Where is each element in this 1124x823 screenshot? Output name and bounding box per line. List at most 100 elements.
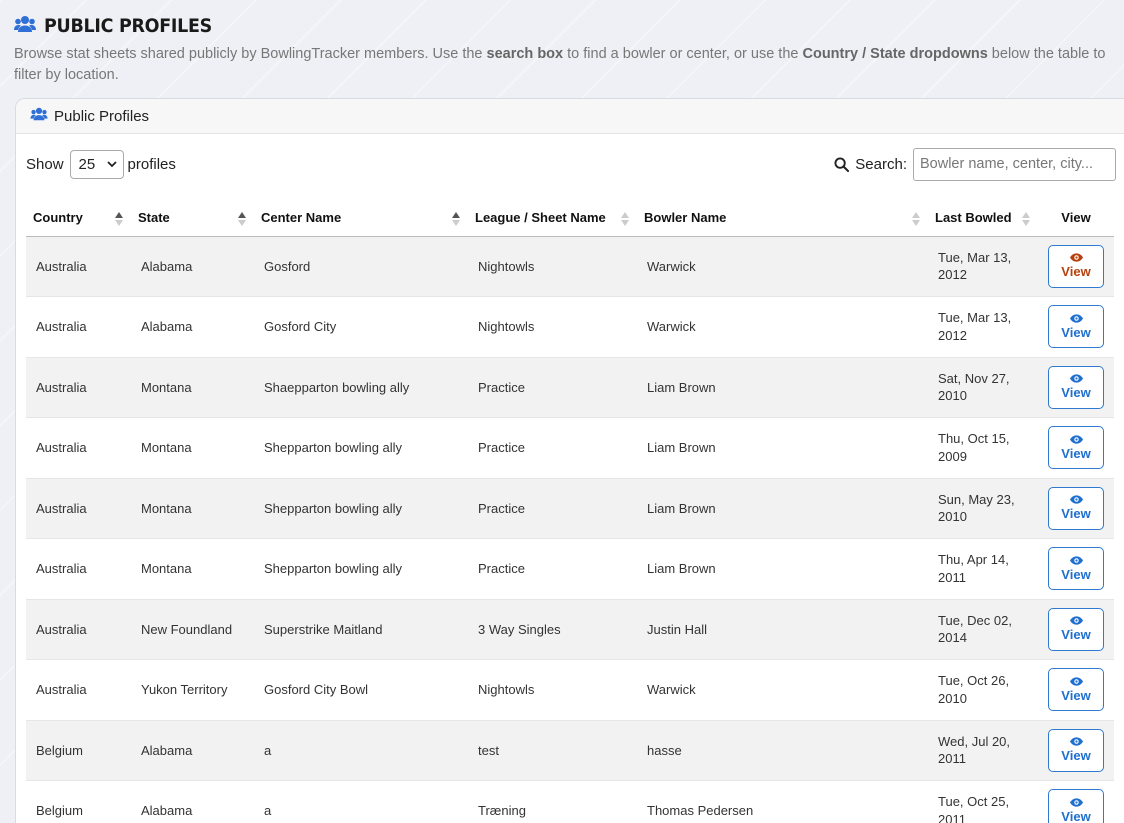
column-header-center[interactable]: Center Name — [254, 200, 468, 237]
column-header-bowler[interactable]: Bowler Name — [637, 200, 928, 237]
view-button[interactable]: View — [1048, 789, 1104, 823]
cell-league: Nightowls — [468, 236, 637, 297]
cell-bowler: Thomas Pedersen — [637, 780, 928, 823]
view-button[interactable]: View — [1048, 486, 1104, 530]
page-header: PUBLIC PROFILES Browse stat sheets share… — [14, 12, 1114, 86]
eye-icon — [1069, 677, 1083, 686]
cell-country: Belgium — [26, 720, 131, 781]
view-button[interactable]: View — [1048, 365, 1104, 409]
header-label: Bowler Name — [644, 210, 727, 226]
sort-icon — [1022, 212, 1030, 226]
search-icon — [834, 156, 850, 172]
search-input[interactable] — [913, 147, 1116, 181]
view-button[interactable]: View — [1048, 244, 1104, 288]
column-header-state[interactable]: State — [131, 200, 254, 237]
cell-view: View — [1038, 599, 1114, 660]
profiles-card: Public Profiles Show 25 profiles Search:… — [15, 98, 1124, 823]
table-row: Australia New Foundland Superstrike Mait… — [26, 599, 1114, 660]
desc-text: to find a bowler or center, or use the — [563, 46, 803, 62]
view-button[interactable]: View — [1048, 547, 1104, 591]
cell-center: a — [254, 780, 468, 823]
cell-center: Gosford City Bowl — [254, 659, 468, 721]
cell-last-bowled: Tue, Mar 13, 2012 — [928, 296, 1038, 358]
sort-icon — [912, 212, 920, 226]
date-line: 2011 — [938, 811, 966, 823]
view-label: View — [1061, 264, 1091, 280]
date-line: 2010 — [938, 388, 967, 404]
date-line: 2012 — [938, 267, 967, 283]
cell-center: Gosford City — [254, 296, 468, 358]
cell-state: Montana — [131, 357, 254, 418]
date-line: 2010 — [938, 509, 967, 525]
cell-state: Montana — [131, 478, 254, 539]
date-line: Wed, Jul 20, — [938, 733, 1011, 749]
cell-center: Shepparton bowling ally — [254, 417, 468, 479]
date-line: Sat, Nov 27, — [938, 370, 1010, 386]
header-label: Last Bowled — [935, 210, 1012, 226]
date-line: Tue, Mar 13, — [938, 249, 1012, 265]
cell-bowler: hasse — [637, 720, 928, 781]
cell-country: Australia — [26, 599, 131, 660]
eye-icon — [1069, 556, 1083, 565]
eye-icon — [1069, 374, 1083, 383]
cell-view: View — [1038, 296, 1114, 358]
profiles-label: profiles — [127, 155, 176, 173]
desc-text: Browse stat sheets shared publicly by Bo… — [14, 46, 487, 62]
header-label: League / Sheet Name — [475, 210, 606, 226]
view-button[interactable]: View — [1048, 305, 1104, 349]
search-label: Search: — [855, 155, 907, 173]
cell-state: Alabama — [131, 780, 254, 823]
cell-view: View — [1038, 780, 1114, 823]
cell-last-bowled: Tue, Oct 25, 2011 — [928, 780, 1038, 823]
table-row: Belgium Alabama a Træning Thomas Pederse… — [26, 780, 1114, 823]
cell-view: View — [1038, 538, 1114, 600]
date-line: Tue, Oct 25, — [938, 794, 1010, 810]
sort-icon — [115, 212, 123, 226]
date-line: Tue, Mar 13, — [938, 310, 1012, 326]
users-icon — [14, 15, 36, 38]
view-label: View — [1061, 627, 1091, 643]
date-line: Thu, Apr 14, — [938, 552, 1009, 568]
view-button[interactable]: View — [1048, 426, 1104, 470]
card-header: Public Profiles — [16, 99, 1124, 134]
table-row: Belgium Alabama a test hasse Wed, Jul 20… — [26, 720, 1114, 781]
cell-state: Yukon Territory — [131, 659, 254, 721]
cell-bowler: Warwick — [637, 296, 928, 358]
column-header-country[interactable]: Country — [26, 200, 131, 237]
column-header-league[interactable]: League / Sheet Name — [468, 200, 637, 237]
date-line: Thu, Oct 15, — [938, 431, 1010, 447]
view-button[interactable]: View — [1048, 728, 1104, 772]
date-line: Sun, May 23, — [938, 491, 1015, 507]
table-row: Australia Alabama Gosford Nightowls Warw… — [26, 236, 1114, 297]
page-size-select[interactable]: 25 — [69, 149, 124, 179]
eye-icon — [1069, 435, 1083, 444]
sort-icon — [238, 212, 246, 226]
cell-center: a — [254, 720, 468, 781]
cell-last-bowled: Thu, Apr 14, 2011 — [928, 538, 1038, 600]
profiles-table: Country State Center Name League / Sheet… — [26, 200, 1114, 823]
cell-country: Australia — [26, 478, 131, 539]
cell-league: 3 Way Singles — [468, 599, 637, 660]
column-header-last-bowled[interactable]: Last Bowled — [928, 200, 1038, 237]
cell-bowler: Liam Brown — [637, 417, 928, 479]
users-icon — [30, 107, 48, 126]
date-line: 2011 — [938, 569, 966, 585]
date-line: 2012 — [938, 327, 967, 343]
eye-icon — [1069, 616, 1083, 625]
cell-last-bowled: Sat, Nov 27, 2010 — [928, 357, 1038, 418]
cell-last-bowled: Thu, Oct 15, 2009 — [928, 417, 1038, 479]
view-label: View — [1061, 566, 1091, 582]
eye-icon — [1069, 737, 1083, 746]
date-line: 2011 — [938, 751, 966, 767]
cell-league: Træning — [468, 780, 637, 823]
cell-league: Nightowls — [468, 659, 637, 721]
cell-bowler: Justin Hall — [637, 599, 928, 660]
desc-bold-search: search box — [486, 46, 564, 62]
view-label: View — [1061, 748, 1091, 764]
table-header-row: Country State Center Name League / Sheet… — [26, 200, 1114, 237]
view-button[interactable]: View — [1048, 607, 1104, 651]
cell-center: Shepparton bowling ally — [254, 538, 468, 600]
view-button[interactable]: View — [1048, 668, 1104, 712]
cell-league: Practice — [468, 417, 637, 479]
cell-state: Alabama — [131, 236, 254, 297]
